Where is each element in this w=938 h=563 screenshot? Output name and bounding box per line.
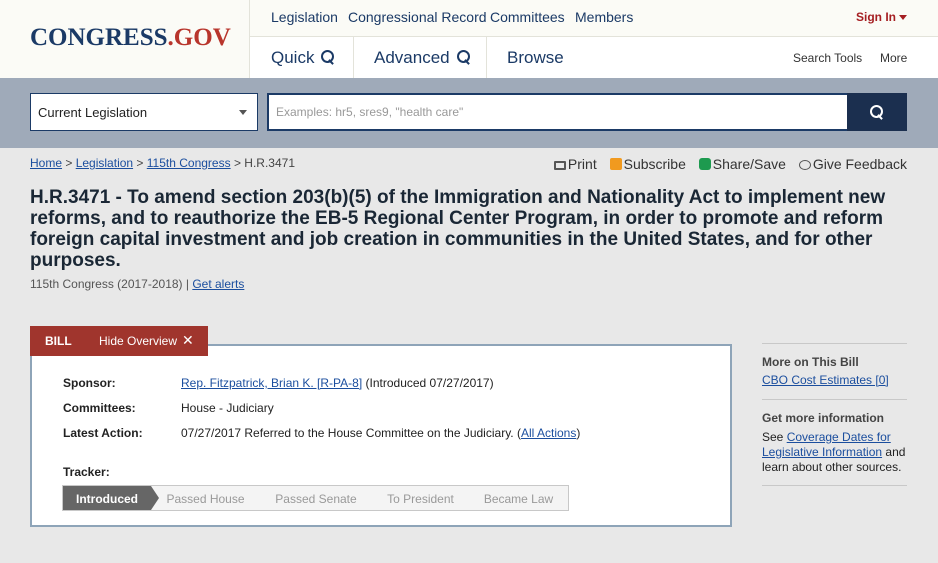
site-header: CONGRESS.GOV Legislation Congressional R… [0,0,938,78]
tracker-step-introduced: Introduced [63,486,159,510]
logo-area: CONGRESS.GOV [0,0,250,78]
breadcrumb-congress[interactable]: 115th Congress [147,156,231,170]
speech-bubble-icon [798,160,811,170]
divider [762,399,907,400]
breadcrumb-home[interactable]: Home [30,156,62,170]
breadcrumb-current: H.R.3471 [244,156,295,170]
search-icon [456,50,471,64]
latest-action-value: 07/27/2017 Referred to the House Committ… [181,426,580,440]
all-actions-link[interactable]: All Actions [521,426,576,440]
subscribe-label: Subscribe [623,156,686,172]
breadcrumb-legislation[interactable]: Legislation [76,156,133,170]
introduced-date: (Introduced 07/27/2017) [362,376,494,390]
nav-legislation[interactable]: Legislation [271,9,338,25]
tracker-label: Tracker: [63,465,110,479]
close-icon[interactable]: ✕ [182,332,194,349]
tab-advanced-search[interactable]: Advanced [354,37,487,78]
search-icon [321,50,335,64]
committees-value: House - Judiciary [181,401,274,415]
bill-tab: BILL Hide Overview ✕ [30,326,208,356]
sponsor-link[interactable]: Rep. Fitzpatrick, Brian K. [R-PA-8] [181,376,362,390]
search-input[interactable] [267,93,847,131]
hide-overview-button[interactable]: Hide Overview [99,334,177,348]
feedback-label: Give Feedback [812,156,907,172]
print-button[interactable]: Print [553,156,597,172]
page-tools: Print Subscribe Share/Save Give Feedback [545,156,907,172]
sign-in-label: Sign In [856,10,896,24]
latest-action-close: ) [576,426,581,440]
share-button[interactable]: Share/Save [698,156,786,172]
nav-members[interactable]: Members [575,9,633,25]
congress-meta: 115th Congress (2017-2018) | Get alerts [30,277,244,291]
see-text: See [762,430,787,444]
logo-text-congress: CONGRESS [30,24,168,51]
tracker-step-passed-senate: Passed Senate [260,486,380,510]
sponsor-value: Rep. Fitzpatrick, Brian K. [R-PA-8] (Int… [181,376,494,390]
more-info-text: See Coverage Dates for Legislative Infor… [762,430,907,475]
search-icon [870,105,884,119]
tab-browse[interactable]: Browse [487,37,581,78]
committees-label: Committees: [63,401,136,415]
search-mode-nav: Quick Advanced Browse Search Tools More [250,37,938,78]
more-info-heading: Get more information [762,411,885,425]
search-bar: Current Legislation [0,78,938,148]
cbo-cost-estimates-link[interactable]: CBO Cost Estimates [0] [762,373,889,387]
status-tracker: Introduced Passed House Passed Senate To… [62,485,569,511]
logo-text-gov: .GOV [167,24,231,51]
caret-down-icon [899,15,907,21]
search-button[interactable] [847,93,907,131]
congress-session: 115th Congress (2017-2018) | [30,277,193,291]
get-alerts-link[interactable]: Get alerts [192,277,244,291]
more-link[interactable]: More [880,51,907,65]
print-label: Print [567,156,597,172]
sponsor-label: Sponsor: [63,376,116,390]
nav-congressional-record[interactable]: Congressional Record [348,9,487,25]
breadcrumb: Home > Legislation > 115th Congress > H.… [30,156,295,170]
nav-committees[interactable]: Committees [490,9,565,25]
tracker-step-to-president: To President [372,486,477,510]
search-tools-link[interactable]: Search Tools [793,51,862,65]
site-logo[interactable]: CONGRESS.GOV [30,24,231,52]
chevron-down-icon [239,110,247,115]
tab-advanced-label: Advanced [374,48,450,67]
tracker-step-became-law: Became Law [469,486,568,510]
search-scope-select[interactable]: Current Legislation [30,93,258,131]
breadcrumb-separator: > [133,156,147,170]
bill-tab-label: BILL [45,334,72,348]
search-scope-value: Current Legislation [38,105,148,120]
divider [762,343,907,344]
rss-icon [609,158,622,170]
share-label: Share/Save [712,156,786,172]
breadcrumb-separator: > [62,156,76,170]
tab-quick-label: Quick [271,48,315,67]
sign-in-button[interactable]: Sign In [856,10,907,24]
breadcrumb-separator: > [230,156,245,170]
divider [762,485,907,486]
printer-icon [553,161,566,170]
tracker-step-passed-house: Passed House [151,486,268,510]
top-nav: Legislation Congressional Record Committ… [250,0,938,37]
more-on-bill-section: More on This Bill CBO Cost Estimates [0]… [762,343,907,486]
latest-action-text: 07/27/2017 Referred to the House Committ… [181,426,521,440]
subscribe-button[interactable]: Subscribe [609,156,686,172]
more-on-bill-heading: More on This Bill [762,355,859,369]
tab-quick-search[interactable]: Quick [250,37,354,78]
share-icon [698,158,711,170]
feedback-button[interactable]: Give Feedback [798,156,907,172]
latest-action-label: Latest Action: [63,426,143,440]
bill-overview-panel: Sponsor: Rep. Fitzpatrick, Brian K. [R-P… [30,344,732,527]
bill-title: H.R.3471 - To amend section 203(b)(5) of… [30,187,886,271]
